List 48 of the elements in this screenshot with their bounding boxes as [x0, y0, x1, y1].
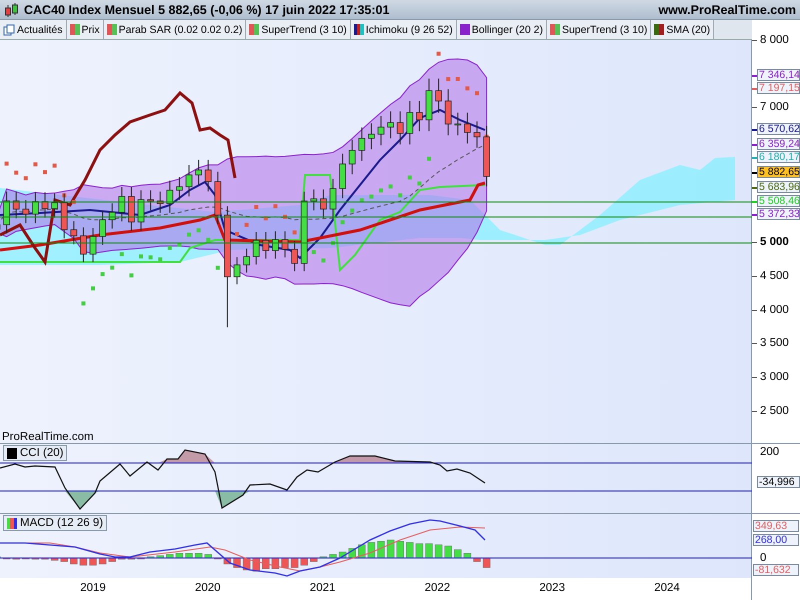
year-label: 2023	[539, 582, 565, 594]
indicator-swatch-icon	[7, 448, 17, 458]
indicator-swatch-icon	[460, 24, 470, 35]
axis-label: 2 500	[760, 405, 789, 417]
document-icon	[3, 24, 15, 36]
indicator-swatch-icon	[354, 24, 364, 35]
year-label: 2022	[424, 582, 450, 594]
indicator-tab[interactable]: Prix	[66, 20, 104, 39]
indicator-tab[interactable]: SuperTrend (3 10)	[246, 20, 351, 39]
price-tag: 5 683,96	[757, 181, 800, 193]
year-label: 2020	[195, 582, 221, 594]
year-label: 2021	[310, 582, 336, 594]
news-button[interactable]: Actualités	[0, 20, 67, 39]
indicator-swatch-icon	[70, 24, 80, 35]
axis-label: 200	[760, 446, 780, 458]
indicator-tab[interactable]: SuperTrend (3 10)	[546, 20, 652, 39]
indicator-swatch-icon	[106, 24, 117, 35]
axis-label: 5 000	[760, 236, 789, 248]
window-title: CAC40 Index Mensuel 5 882,65 (-0,06 %) 17 juin 2022 17:35:01	[24, 2, 390, 16]
macd-value-tag: 268,00	[753, 534, 799, 546]
axis-label: 3 000	[760, 371, 789, 383]
year-label: 2019	[80, 582, 106, 594]
indicator-swatch-icon	[249, 24, 260, 35]
macd-legend[interactable]: MACD (12 26 9)	[3, 515, 108, 531]
indicator-tab[interactable]: Parab SAR (0.02 0.02 0.2)	[104, 20, 246, 39]
macd-value-tag: -81,632	[753, 564, 799, 576]
axis-label: 3 500	[760, 337, 789, 349]
macd-value-tag: 349,63	[753, 520, 799, 532]
indicator-swatch-icon	[654, 24, 664, 35]
indicator-swatch-icon	[7, 518, 17, 528]
site-link[interactable]: www.ProRealTime.com	[658, 2, 796, 16]
axis-label: 4 500	[760, 270, 789, 282]
cci-value-tag: -34,996	[757, 476, 800, 488]
axis-label: 8 000	[760, 34, 789, 46]
indicator-tab[interactable]: Ichimoku (9 26 52)	[350, 20, 457, 39]
cci-legend[interactable]: CCI (20)	[3, 445, 68, 461]
price-tag: 6 570,62	[757, 123, 800, 135]
year-label: 2024	[654, 582, 680, 594]
source-label: ProRealTime.com	[2, 431, 94, 443]
price-tag: 5 508,46	[757, 195, 800, 207]
price-tag: 5 882,65	[757, 166, 800, 178]
candlestick-logo-icon	[4, 2, 20, 18]
axis-label: 4 000	[760, 304, 789, 316]
indicator-tab[interactable]: Bollinger (20 2)	[456, 20, 547, 39]
axis-label: 7 000	[760, 101, 789, 113]
axis-label: 0	[760, 552, 766, 564]
indicator-tab[interactable]: SMA (20)	[651, 20, 714, 39]
indicator-swatch-icon	[550, 24, 560, 35]
